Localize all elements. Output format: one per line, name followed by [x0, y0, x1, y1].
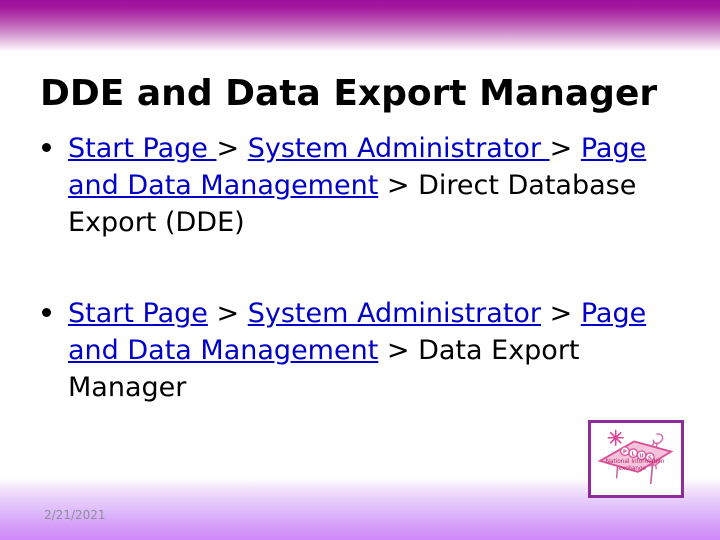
logo-line-2: exchange — [618, 466, 646, 472]
breadcrumb-separator: > — [549, 133, 581, 164]
svg-text:P: P — [623, 449, 627, 455]
logo-line-1: National Information — [606, 459, 665, 465]
breadcrumb: Start Page > System Administrator > Page… — [68, 133, 646, 238]
breadcrumb: Start Page > System Administrator > Page… — [68, 298, 646, 403]
breadcrumb-separator: > — [541, 298, 581, 329]
link-start-page[interactable]: Start Page — [68, 133, 217, 164]
breadcrumb-separator: > — [216, 133, 248, 164]
slide-canvas: DDE and Data Export Manager Start Page >… — [0, 0, 720, 540]
list-item: Start Page > System Administrator > Page… — [36, 130, 684, 241]
breadcrumb-separator: > — [207, 298, 248, 329]
bullet-dot-icon — [42, 308, 51, 317]
plus-national-information-exchange-logo: P L U S National Information exchange — [588, 420, 684, 498]
link-system-administrator[interactable]: System Administrator — [248, 298, 541, 329]
svg-text:L: L — [631, 451, 635, 457]
link-system-administrator[interactable]: System Administrator — [248, 133, 550, 164]
bullet-list: Start Page > System Administrator > Page… — [36, 130, 684, 406]
page-title: DDE and Data Export Manager — [40, 73, 658, 115]
logo-artwork-icon: P L U S National Information exchange — [597, 429, 674, 484]
sign-pole — [649, 463, 654, 484]
sign-pole-left — [615, 465, 619, 479]
footer-date: 2/21/2021 — [44, 508, 106, 522]
top-gradient-band — [0, 0, 720, 52]
list-item: Start Page > System Administrator > Page… — [36, 295, 684, 406]
link-start-page[interactable]: Start Page — [68, 298, 208, 329]
bullet-dot-icon — [42, 143, 51, 152]
starburst-core — [613, 435, 619, 441]
